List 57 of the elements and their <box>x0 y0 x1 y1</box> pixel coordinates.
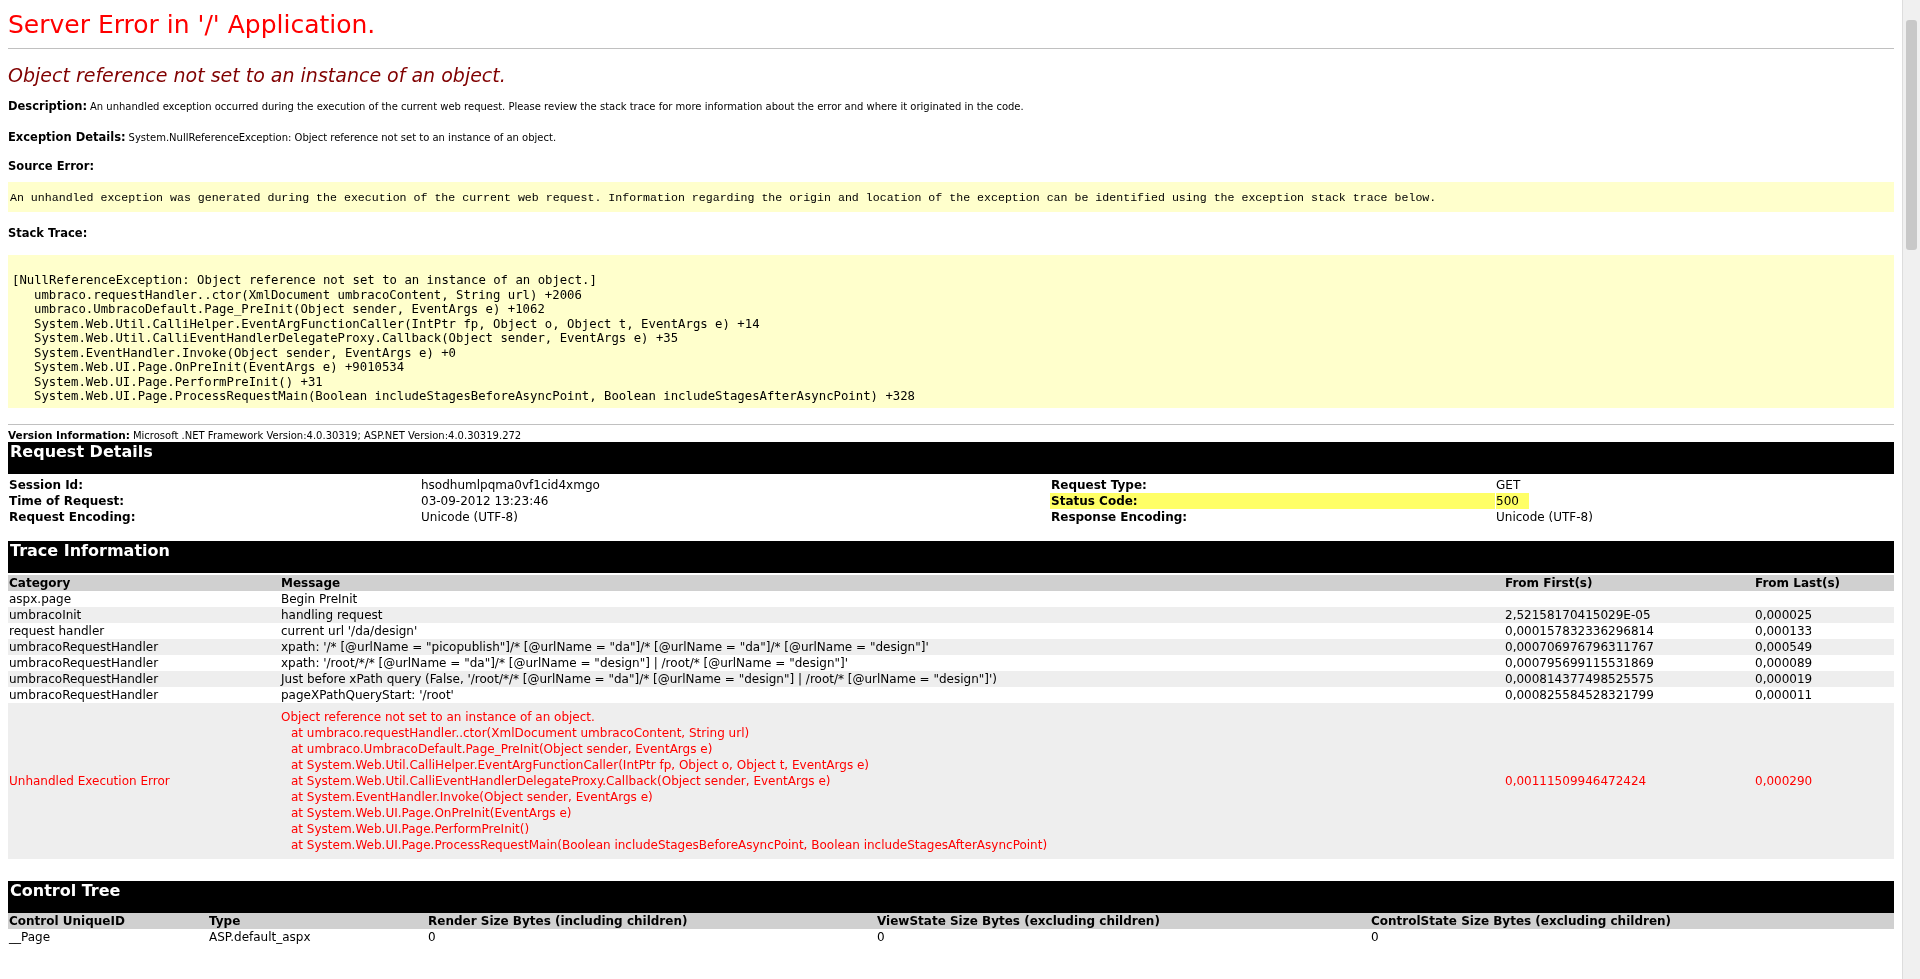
version-label: Version Information: <box>8 428 130 441</box>
exception-details-label: Exception Details: <box>8 130 126 144</box>
stack-trace-line: System.Web.UI.Page.OnPreInit(EventArgs e) +9010534 <box>33 360 406 375</box>
description-text: An unhandled exception occurred during the execution of the current web request. Please review the stack trace for more information about the error and where it originated in the code. <box>90 101 1024 112</box>
section-header: Control Tree <box>8 880 1894 913</box>
error-line: at System.Web.UI.Page.PerformPreInit() <box>290 820 531 837</box>
table-cell-text: 0 <box>1370 928 1380 945</box>
stack-trace-line: System.EventHandler.Invoke(Object sender, EventArgs e) +0 <box>33 345 457 360</box>
field-label: Request Type: <box>1050 476 1148 493</box>
field-value: 500 <box>1496 492 1529 509</box>
error-line: Object reference not set to an instance of an object. <box>281 708 596 725</box>
column-header: Category <box>8 574 280 591</box>
stack-trace-line: [NullReferenceException: Object reference not set to an instance of an object.] <box>12 273 598 288</box>
field-label: Status Code: <box>1050 492 1495 509</box>
stack-trace-line: umbraco.requestHandler..ctor(XmlDocument umbracoContent, String url) +2006 <box>33 287 583 302</box>
source-error-label: Source Error: <box>8 159 95 173</box>
field-value: 03-09-2012 13:23:46 <box>420 492 550 509</box>
table-cell: 0,000290 <box>1754 702 1894 859</box>
source-error-text: An unhandled exception was generated during the execution of the current web request. Information regarding the origin and location of the exception can be identified using the exception stack trace below. <box>10 191 1437 204</box>
table-cell: Unhandled Execution Error <box>8 702 280 859</box>
error-line: at System.Web.Util.CalliEventHandlerDelegateProxy.Callback(Object sender, EventArgs e) <box>290 772 832 789</box>
section-header: Request Details <box>8 441 1894 474</box>
section-header: Trace Information <box>8 540 1894 573</box>
field-value: GET <box>1496 476 1521 493</box>
error-line: at System.Web.Util.CalliHelper.EventArgFunctionCaller(IntPtr fp, Object o, Object t, EventArgs e) <box>290 756 871 773</box>
table-cell: 0,00111509946472424 <box>1504 702 1754 859</box>
field-value: Unicode (UTF-8) <box>1496 508 1593 525</box>
version-text: Microsoft .NET Framework Version:4.0.30319; ASP.NET Version:4.0.30319.272 <box>132 429 522 441</box>
stack-trace-label: Stack Trace: <box>8 226 88 240</box>
stack-trace-line: System.Web.UI.Page.PerformPreInit() +31 <box>33 374 324 389</box>
table-cell-text: __Page <box>8 928 52 945</box>
error-line: at umbraco.requestHandler..ctor(XmlDocument umbracoContent, String url) <box>290 724 751 741</box>
field-label: Time of Request: <box>8 492 126 509</box>
field-label: Request Encoding: <box>8 508 137 525</box>
column-header: From First(s) <box>1504 574 1754 591</box>
description-label: Description: <box>8 99 87 113</box>
error-line: at System.Web.UI.Page.OnPreInit(EventArgs e) <box>290 804 573 821</box>
stack-trace-line: System.Web.Util.CalliEventHandlerDelegateProxy.Callback(Object sender, EventArgs e) +35 <box>33 331 680 346</box>
stack-trace-line: System.Web.UI.Page.ProcessRequestMain(Boolean includeStagesBeforeAsyncPoint, Boolean includeStagesAfterAsyncPoint) +328 <box>33 389 916 404</box>
stack-trace-line: System.Web.Util.CalliHelper.EventArgFunctionCaller(IntPtr fp, Object o, Object t, EventArgs e) +14 <box>33 316 761 331</box>
field-label: Response Encoding: <box>1050 508 1189 525</box>
exception-details-text: System.NullReferenceException: Object reference not set to an instance of an object. <box>128 132 557 143</box>
column-header: From Last(s) <box>1754 574 1894 591</box>
scrollbar[interactable] <box>1902 0 1920 979</box>
field-label: Session Id: <box>8 476 84 493</box>
error-line: at System.Web.UI.Page.ProcessRequestMain(Boolean includeStagesBeforeAsyncPoint, Boolean includeStagesAfterAsyncPoint) <box>290 836 1049 853</box>
table-cell-text: 0 <box>427 928 437 945</box>
error-message: Object reference not set to an instance of an object. <box>8 63 507 87</box>
table-cell-text: 0 <box>876 928 886 945</box>
page-title: Server Error in '/' Application. <box>8 9 377 40</box>
field-value: Unicode (UTF-8) <box>420 508 519 525</box>
stack-trace-line: umbraco.UmbracoDefault.Page_PreInit(Object sender, EventArgs e) +1062 <box>33 302 546 317</box>
field-value: hsodhumlpqma0vf1cid4xmgo <box>420 476 601 493</box>
error-line: at System.EventHandler.Invoke(Object sender, EventArgs e) <box>290 788 654 805</box>
error-line: at umbraco.UmbracoDefault.Page_PreInit(Object sender, EventArgs e) <box>290 740 714 757</box>
column-header: Message <box>280 574 1504 591</box>
table-cell-text: ASP.default_aspx <box>208 928 312 945</box>
